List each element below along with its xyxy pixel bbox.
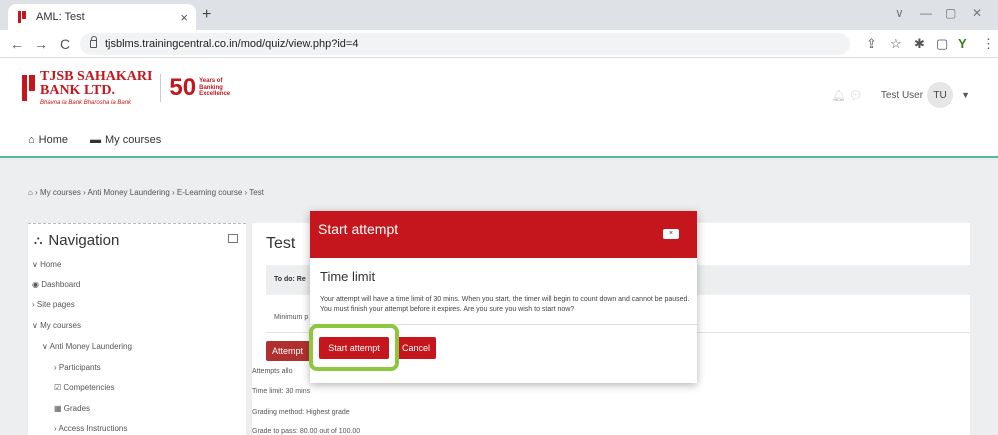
info-attempts: Attempts allo: [252, 368, 293, 375]
page-title: Test: [266, 235, 296, 252]
avatar[interactable]: TU: [927, 82, 954, 108]
share-icon[interactable]: ⇪: [866, 36, 877, 52]
dialog-subtitle: Time limit: [320, 269, 376, 284]
favicon-icon: [16, 11, 28, 23]
extensions-icon[interactable]: ✱: [914, 36, 925, 52]
nav-item-dashboard[interactable]: ◉ Dashboard: [32, 280, 80, 289]
minimize-icon[interactable]: —: [920, 6, 932, 20]
profile-extension-icon[interactable]: Y: [958, 36, 967, 51]
menu-icon[interactable]: ⋮: [982, 36, 995, 52]
dashboard-icon: ◉: [32, 280, 42, 289]
nav-item-my-courses[interactable]: ∨ My courses: [32, 321, 81, 330]
dialog-message: Your attempt will have a time limit of 3…: [320, 296, 690, 313]
user-name: Test User: [880, 89, 924, 101]
maximize-icon[interactable]: ▢: [945, 6, 956, 20]
breadcrumb[interactable]: ⌂ › My courses › Anti Money Laundering ›…: [28, 188, 264, 197]
nav-item-access-instructions[interactable]: › Access Instructions: [54, 424, 127, 433]
home-icon: ⌂: [28, 134, 35, 146]
anniversary-badge: 50 Years of Banking Excellence: [160, 74, 233, 102]
dialog-title: Start attempt: [318, 221, 399, 237]
main-nav: ⌂ Home ▬ My courses: [28, 134, 183, 146]
browser-tab-bar: AML: Test × + ∨ — ▢ ✕: [0, 0, 998, 30]
nav-item-grades-label: Grades: [63, 404, 91, 413]
logo-mark-icon: [22, 75, 36, 101]
anniversary-number: 50: [169, 74, 197, 101]
briefcase-icon: ▬: [90, 134, 101, 146]
info-grading-method: Grading method: Highest grade: [252, 409, 350, 416]
nav-item-site-pages[interactable]: › Site pages: [32, 300, 75, 309]
checkbox-icon: ☑: [54, 383, 64, 392]
user-menu[interactable]: 🔔︎ 💬︎ Test User TU ▼: [832, 82, 970, 108]
logo-line1: TJSB SAHAKARI: [40, 69, 153, 84]
breadcrumb-bar: ⌂ › My courses › Anti Money Laundering ›…: [0, 160, 998, 218]
lock-icon: [90, 36, 97, 48]
tab-close-icon[interactable]: ×: [180, 10, 188, 25]
nav-my-courses-label: My courses: [105, 134, 162, 146]
dialog-header: Start attempt ×: [310, 211, 697, 258]
todo-text: To do: Re: [274, 276, 306, 283]
nav-item-grades[interactable]: ▦ Grades: [54, 404, 90, 413]
browser-tab[interactable]: AML: Test ×: [8, 4, 196, 30]
close-icon[interactable]: ×: [663, 229, 679, 239]
info-grade-to-pass: Grade to pass: 80.00 out of 100.00: [252, 428, 361, 435]
grid-icon: ▦: [54, 404, 64, 413]
nav-item-competencies-label: Competencies: [63, 383, 115, 392]
chevron-down-icon[interactable]: ▼: [961, 90, 970, 100]
forward-icon[interactable]: →: [34, 36, 48, 52]
cancel-button[interactable]: Cancel: [396, 337, 436, 359]
bookmark-star-icon[interactable]: ☆: [890, 36, 902, 52]
url-text: tjsblms.trainingcentral.co.in/mod/quiz/v…: [105, 38, 359, 50]
site-header: TJSB SAHAKARI BANK LTD. Bhavna la Bank B…: [0, 58, 998, 158]
nav-home[interactable]: ⌂ Home: [28, 134, 68, 146]
navigation-block: ⛬ Navigation ∨ Home ◉ Dashboard › Site p…: [28, 223, 246, 435]
nav-item-competencies[interactable]: ☑ Competencies: [54, 383, 115, 392]
logo-line2: BANK LTD.: [40, 83, 115, 98]
highlight-ring: [309, 324, 399, 371]
navigation-header: ⛬ Navigation: [34, 232, 119, 249]
tab-title: AML: Test: [36, 11, 85, 23]
notification-icons[interactable]: 🔔︎ 💬︎: [832, 89, 863, 102]
nav-home-label: Home: [38, 134, 68, 146]
anniversary-text: Years of Banking Excellence: [199, 78, 231, 98]
nav-item-home[interactable]: ∨ Home: [32, 260, 61, 269]
nav-item-dashboard-label: Dashboard: [41, 280, 81, 289]
reload-icon[interactable]: C: [58, 36, 72, 52]
tab-search-icon[interactable]: ∨: [895, 6, 904, 20]
navigation-title: Navigation: [48, 232, 120, 249]
sidebar-icon[interactable]: ▢: [936, 36, 948, 52]
address-toolbar: ← → C tjsblms.trainingcentral.co.in/mod/…: [0, 30, 998, 58]
url-bar[interactable]: tjsblms.trainingcentral.co.in/mod/quiz/v…: [80, 33, 850, 55]
nav-item-participants[interactable]: › Participants: [54, 363, 101, 372]
new-tab-icon[interactable]: +: [202, 6, 211, 24]
sitemap-icon: ⛬: [34, 233, 43, 247]
collapse-block-icon[interactable]: [228, 234, 238, 243]
nav-my-courses[interactable]: ▬ My courses: [90, 134, 161, 146]
logo-tagline: Bhavna la Bank Bharosha la Bank: [40, 100, 132, 106]
info-time-limit: Time limit: 30 mins: [252, 388, 311, 395]
close-window-icon[interactable]: ✕: [972, 6, 982, 20]
nav-item-course[interactable]: ∨ Anti Money Laundering: [42, 342, 132, 351]
back-icon[interactable]: ←: [10, 36, 24, 52]
bank-logo[interactable]: TJSB SAHAKARI BANK LTD. Bhavna la Bank B…: [22, 70, 233, 106]
